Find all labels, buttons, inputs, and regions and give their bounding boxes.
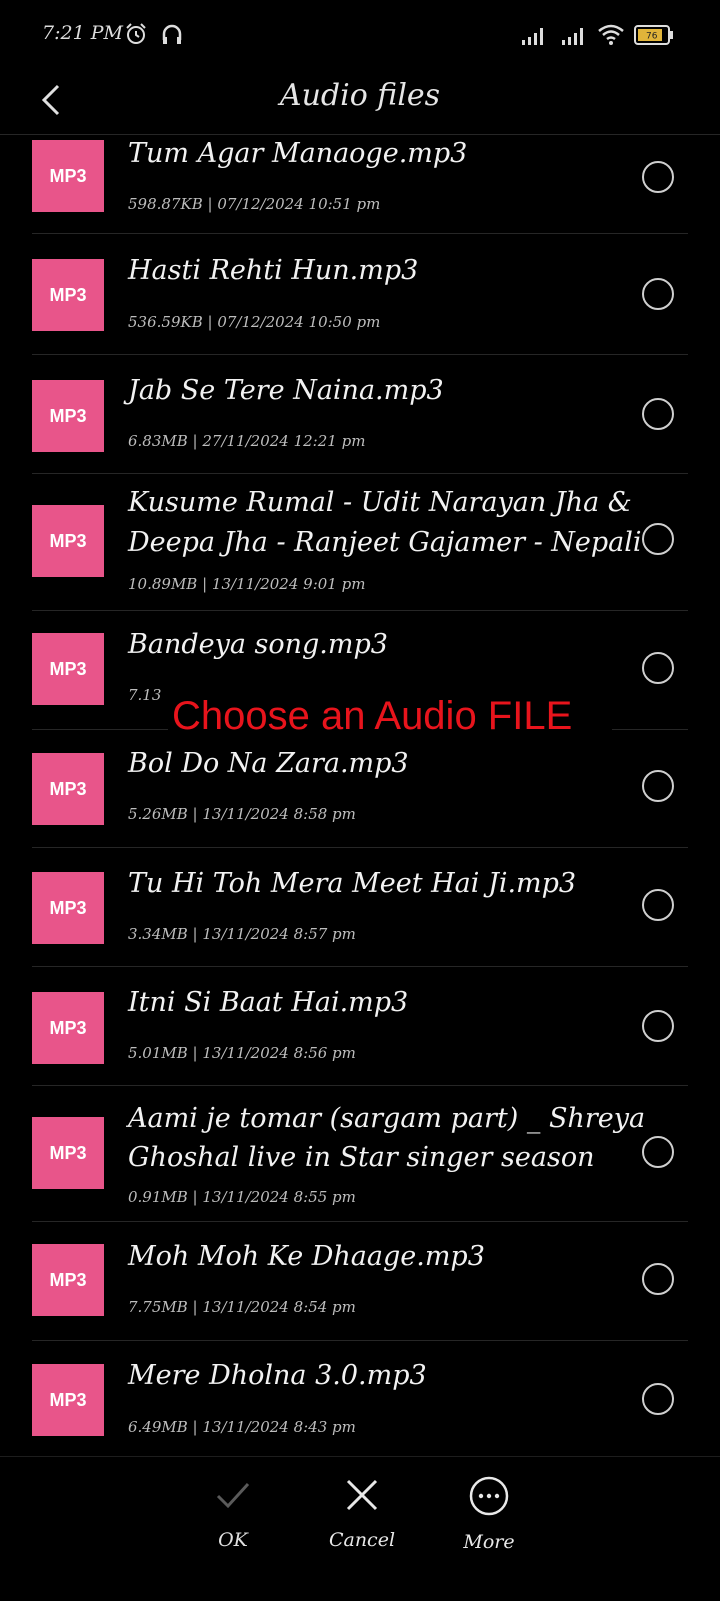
overlay-caption: Choose an Audio FILE <box>168 691 612 741</box>
list-item[interactable]: MP3 Moh Moh Ke Dhaage.mp3 7.75MB | 13/11… <box>32 1221 688 1341</box>
file-date: 13/11/2024 9:01 pm <box>211 575 366 593</box>
file-date: 07/12/2024 10:51 pm <box>217 195 381 213</box>
signal-strength-icon <box>562 28 583 45</box>
select-radio[interactable] <box>642 161 674 193</box>
file-name: Mere Dholna 3.0.mp3 <box>128 1360 427 1391</box>
mp3-file-icon: MP3 <box>32 1364 104 1436</box>
select-radio[interactable] <box>642 1383 674 1415</box>
file-size: 5.26MB <box>128 805 188 823</box>
file-date: 13/11/2024 8:56 pm <box>202 1044 356 1062</box>
mp3-file-icon: MP3 <box>32 380 104 452</box>
file-name: Bandeya song.mp3 <box>128 629 388 660</box>
more-label: More <box>463 1531 515 1553</box>
mp3-file-icon: MP3 <box>32 1117 104 1189</box>
select-radio[interactable] <box>642 889 674 921</box>
file-meta: 6.83MB | 27/11/2024 12:21 pm <box>128 432 366 450</box>
close-icon <box>346 1479 378 1511</box>
cancel-button[interactable]: Cancel <box>307 1475 417 1551</box>
mp3-file-icon: MP3 <box>32 633 104 705</box>
file-meta: 5.01MB | 13/11/2024 8:56 pm <box>128 1044 356 1062</box>
file-size: 0.91MB <box>128 1188 188 1206</box>
file-date: 13/11/2024 8:55 pm <box>202 1188 356 1206</box>
file-name: Aami je tomar (sargam part) _ Shreya Gho… <box>128 1103 646 1173</box>
more-button[interactable]: More <box>434 1475 544 1553</box>
check-icon <box>216 1482 250 1509</box>
status-bar: 7:21 PM 76 <box>0 0 720 70</box>
file-size: 5.01MB <box>128 1044 188 1062</box>
header: Audio files <box>0 70 720 135</box>
bottom-action-bar: OK Cancel More <box>0 1456 720 1601</box>
select-radio[interactable] <box>642 770 674 802</box>
file-meta: 10.89MB | 13/11/2024 9:01 pm <box>128 575 366 593</box>
file-name: Itni Si Baat Hai.mp3 <box>128 987 409 1018</box>
select-radio[interactable] <box>642 652 674 684</box>
file-size: 3.34MB <box>128 925 188 943</box>
alarm-icon <box>126 23 146 44</box>
list-item[interactable]: MP3 Hasti Rehti Hun.mp3 536.59KB | 07/12… <box>32 234 688 355</box>
file-date: 13/11/2024 8:54 pm <box>202 1298 356 1316</box>
mp3-file-icon: MP3 <box>32 140 104 212</box>
select-radio[interactable] <box>642 278 674 310</box>
file-size: 10.89MB <box>128 575 198 593</box>
mp3-file-icon: MP3 <box>32 872 104 944</box>
ok-label: OK <box>218 1529 248 1551</box>
ok-button[interactable]: OK <box>178 1475 288 1551</box>
file-meta: 6.49MB | 13/11/2024 8:43 pm <box>128 1418 356 1436</box>
file-size: 598.87KB <box>128 195 203 213</box>
file-name: Tum Agar Manaoge.mp3 <box>128 138 468 169</box>
file-date: 13/11/2024 8:43 pm <box>202 1418 356 1436</box>
file-name: Tu Hi Toh Mera Meet Hai Ji.mp3 <box>128 868 577 899</box>
wifi-icon <box>598 24 624 45</box>
file-size: 6.49MB <box>128 1418 188 1436</box>
status-time: 7:21 PM <box>42 22 123 44</box>
select-radio[interactable] <box>642 398 674 430</box>
file-size: 6.83MB <box>128 432 188 450</box>
file-meta: 598.87KB | 07/12/2024 10:51 pm <box>128 195 381 213</box>
select-radio[interactable] <box>642 1136 674 1168</box>
list-item[interactable]: MP3 Aami je tomar (sargam part) _ Shreya… <box>32 1085 688 1222</box>
file-date: 13/11/2024 8:57 pm <box>202 925 356 943</box>
file-date: 07/12/2024 10:50 pm <box>217 313 381 331</box>
file-name: Moh Moh Ke Dhaage.mp3 <box>128 1241 485 1272</box>
file-name: Hasti Rehti Hun.mp3 <box>128 255 419 286</box>
file-list: MP3 Tum Agar Manaoge.mp3 598.87KB | 07/1… <box>0 135 720 1455</box>
file-name: Jab Se Tere Naina.mp3 <box>128 375 444 406</box>
file-meta: 536.59KB | 07/12/2024 10:50 pm <box>128 313 381 331</box>
mp3-file-icon: MP3 <box>32 992 104 1064</box>
cancel-label: Cancel <box>328 1529 396 1551</box>
select-radio[interactable] <box>642 1010 674 1042</box>
file-date: 13/11/2024 8:58 pm <box>202 805 356 823</box>
mp3-file-icon: MP3 <box>32 259 104 331</box>
file-name: Bol Do Na Zara.mp3 <box>128 748 409 779</box>
file-meta: 3.34MB | 13/11/2024 8:57 pm <box>128 925 356 943</box>
file-meta: 7.13 <box>128 686 161 704</box>
list-item[interactable]: MP3 Bol Do Na Zara.mp3 5.26MB | 13/11/20… <box>32 729 688 848</box>
signal-strength-icon <box>522 28 543 45</box>
list-item[interactable]: MP3 Kusume Rumal - Udit Narayan Jha & De… <box>32 473 688 611</box>
select-radio[interactable] <box>642 1263 674 1295</box>
file-size: 7.13 <box>128 686 162 704</box>
list-item[interactable]: MP3 Tum Agar Manaoge.mp3 598.87KB | 07/1… <box>32 135 688 234</box>
list-item[interactable]: MP3 Mere Dholna 3.0.mp3 6.49MB | 13/11/2… <box>32 1340 688 1455</box>
mp3-file-icon: MP3 <box>32 753 104 825</box>
file-meta: 0.91MB | 13/11/2024 8:55 pm <box>128 1188 356 1206</box>
file-meta: 7.75MB | 13/11/2024 8:54 pm <box>128 1298 356 1316</box>
headphone-icon <box>162 24 182 44</box>
battery-icon: 76 <box>634 25 673 45</box>
mp3-file-icon: MP3 <box>32 1244 104 1316</box>
select-radio[interactable] <box>642 523 674 555</box>
more-icon <box>469 1476 509 1516</box>
page-title: Audio files <box>279 78 441 113</box>
file-meta: 5.26MB | 13/11/2024 8:58 pm <box>128 805 356 823</box>
list-item[interactable]: MP3 Tu Hi Toh Mera Meet Hai Ji.mp3 3.34M… <box>32 847 688 967</box>
list-item[interactable]: MP3 Jab Se Tere Naina.mp3 6.83MB | 27/11… <box>32 354 688 474</box>
battery-level: 76 <box>646 32 658 42</box>
file-date: 27/11/2024 12:21 pm <box>202 432 366 450</box>
file-name: Kusume Rumal - Udit Narayan Jha & Deepa … <box>128 487 642 558</box>
file-size: 536.59KB <box>128 313 203 331</box>
list-item[interactable]: MP3 Itni Si Baat Hai.mp3 5.01MB | 13/11/… <box>32 966 688 1086</box>
file-size: 7.75MB <box>128 1298 188 1316</box>
mp3-file-icon: MP3 <box>32 505 104 577</box>
